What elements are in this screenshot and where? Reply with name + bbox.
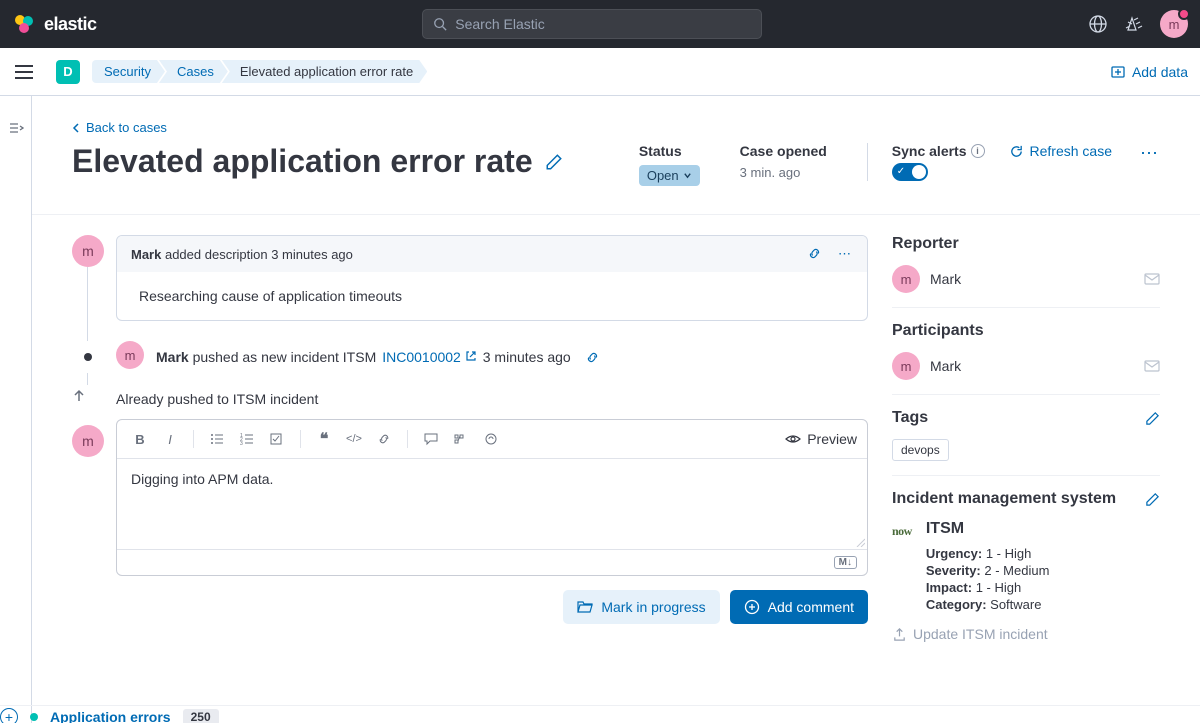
insight-icon-button[interactable] — [448, 426, 474, 452]
connector-name: ITSM — [926, 520, 1050, 538]
chevron-down-icon — [683, 171, 692, 180]
avatar: m — [72, 235, 104, 267]
comment-editor: B I 123 ❝ </> — [116, 419, 868, 576]
participant-row: m Mark — [892, 352, 1160, 380]
timeline-dot — [84, 353, 92, 361]
breadcrumb: Security Cases Elevated application erro… — [92, 60, 427, 83]
markdown-help-button[interactable]: M↓ — [834, 556, 857, 569]
eye-icon — [785, 431, 801, 447]
code-button[interactable]: </> — [341, 426, 367, 452]
push-event: Mark pushed as new incident ITSM INC0010… — [156, 341, 868, 369]
avatar: m — [116, 341, 144, 369]
chevron-left-icon — [72, 123, 82, 133]
add-data-link[interactable]: Add data — [1110, 64, 1188, 80]
space-selector[interactable]: D — [56, 60, 80, 84]
reporter-row: m Mark — [892, 265, 1160, 293]
comment-icon-button[interactable] — [418, 426, 444, 452]
status-dot-icon — [30, 713, 38, 721]
comment-textarea[interactable]: Digging into APM data. — [117, 459, 867, 549]
reporter-title: Reporter — [892, 235, 1160, 253]
timeline-name[interactable]: Application errors — [50, 709, 171, 723]
upload-icon — [892, 627, 907, 642]
link-button[interactable] — [371, 426, 397, 452]
breadcrumb-cases[interactable]: Cases — [159, 60, 228, 83]
italic-button[interactable]: I — [157, 426, 183, 452]
ol-button[interactable]: 123 — [234, 426, 260, 452]
refresh-icon — [1009, 144, 1024, 159]
status-dropdown[interactable]: Open — [639, 165, 700, 186]
push-arrow-icon — [72, 385, 104, 407]
svg-text:3: 3 — [240, 441, 243, 446]
ims-title: Incident management system — [892, 490, 1160, 508]
folder-open-icon — [577, 599, 593, 615]
participants-title: Participants — [892, 322, 1160, 340]
sync-alerts-toggle[interactable]: ✓ — [892, 163, 928, 181]
app-nav: D Security Cases Elevated application er… — [0, 48, 1200, 96]
search-icon — [433, 17, 447, 31]
permalink-icon[interactable] — [807, 246, 822, 261]
checklist-button[interactable] — [264, 426, 290, 452]
add-data-icon — [1110, 64, 1126, 80]
breadcrumb-current: Elevated application error rate — [222, 60, 427, 83]
timeline-flyout-bar[interactable]: + Application errors 250 — [0, 705, 1200, 723]
brand[interactable]: elastic — [12, 12, 97, 36]
avatar: m — [72, 425, 104, 457]
timeline-count-badge: 250 — [183, 709, 219, 723]
global-nav: elastic Search Elastic m — [0, 0, 1200, 48]
mail-icon[interactable] — [1144, 358, 1160, 374]
quote-button[interactable]: ❝ — [311, 426, 337, 452]
cheer-icon[interactable] — [1124, 14, 1144, 34]
comment-actions-menu[interactable]: ⋯ — [838, 246, 853, 262]
add-comment-button[interactable]: Add comment — [730, 590, 868, 624]
page-title: Elevated application error rate — [72, 143, 639, 180]
ul-button[interactable] — [204, 426, 230, 452]
preview-button[interactable]: Preview — [785, 431, 857, 447]
edit-title-icon[interactable] — [545, 153, 563, 171]
lens-icon-button[interactable] — [478, 426, 504, 452]
plus-circle-icon — [744, 599, 760, 615]
mark-in-progress-button[interactable]: Mark in progress — [563, 590, 719, 624]
user-avatar[interactable]: m — [1160, 10, 1188, 38]
reporter-name: Mark — [930, 271, 961, 287]
status-block: Status Open — [639, 143, 700, 186]
incident-ref-link[interactable]: INC0010002 — [382, 349, 477, 365]
case-actions-menu[interactable]: ⋯ — [1140, 143, 1160, 164]
tag-chip: devops — [892, 439, 949, 461]
case-page: Back to cases Elevated application error… — [32, 96, 1200, 723]
resize-handle[interactable] — [855, 537, 865, 547]
info-icon[interactable]: i — [971, 144, 985, 158]
elastic-logo-icon — [12, 12, 36, 36]
participant-name: Mark — [930, 358, 961, 374]
search-placeholder: Search Elastic — [455, 16, 544, 32]
add-timeline-icon[interactable]: + — [0, 708, 18, 723]
description-comment: Mark added description 3 minutes ago ⋯ R… — [116, 235, 868, 321]
back-to-cases-link[interactable]: Back to cases — [72, 120, 1160, 135]
timeline-rail — [0, 96, 32, 723]
newsfeed-icon[interactable] — [1088, 14, 1108, 34]
refresh-case-link[interactable]: Refresh case — [1009, 143, 1112, 159]
tags-title: Tags — [892, 409, 1160, 427]
brand-text: elastic — [44, 14, 97, 35]
pushed-note: Already pushed to ITSM incident — [116, 385, 868, 407]
update-itsm-button[interactable]: Update ITSM incident — [892, 626, 1160, 642]
bold-button[interactable]: B — [127, 426, 153, 452]
collapse-rail-icon[interactable] — [8, 120, 24, 136]
breadcrumb-security[interactable]: Security — [92, 60, 165, 83]
avatar: m — [892, 265, 920, 293]
servicenow-logo: now — [892, 524, 912, 539]
external-link-icon — [465, 350, 477, 362]
edit-ims-icon[interactable] — [1145, 492, 1160, 507]
opened-block: Case opened 3 min. ago — [740, 143, 827, 180]
edit-tags-icon[interactable] — [1145, 411, 1160, 426]
global-search[interactable]: Search Elastic — [422, 9, 762, 39]
nav-toggle-icon[interactable] — [12, 60, 36, 84]
sync-alerts-label: Sync alerts i — [892, 143, 985, 159]
permalink-icon[interactable] — [585, 350, 600, 365]
mail-icon[interactable] — [1144, 271, 1160, 287]
avatar: m — [892, 352, 920, 380]
description-body: Researching cause of application timeout… — [117, 272, 867, 320]
